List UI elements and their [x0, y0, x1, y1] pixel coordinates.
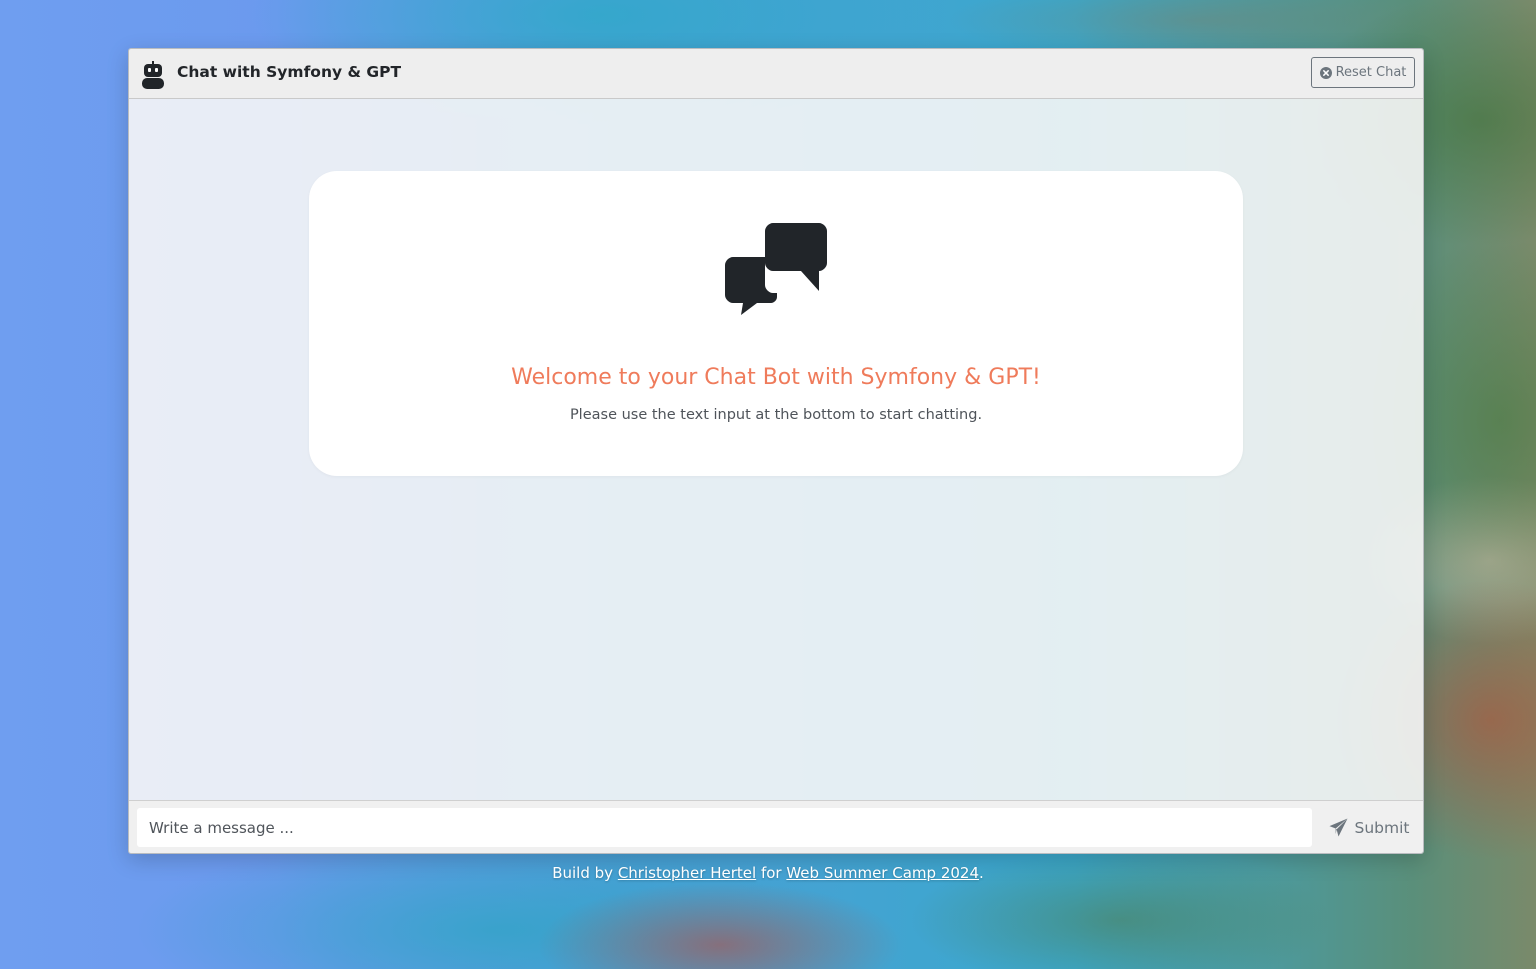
event-link[interactable]: Web Summer Camp 2024: [786, 864, 979, 882]
message-input[interactable]: [137, 808, 1312, 847]
message-composer: Submit: [129, 800, 1423, 853]
robot-icon: [142, 61, 164, 89]
reset-chat-button[interactable]: Reset Chat: [1311, 57, 1415, 88]
chat-header: Chat with Symfony & GPT Reset Chat: [129, 49, 1423, 99]
submit-button[interactable]: Submit: [1319, 808, 1419, 847]
submit-label: Submit: [1354, 818, 1410, 837]
x-circle-icon: [1319, 66, 1332, 79]
credits-footer: Build by Christopher Hertel for Web Summ…: [0, 864, 1536, 882]
reset-chat-label: Reset Chat: [1335, 65, 1407, 80]
author-link[interactable]: Christopher Hertel: [618, 864, 756, 882]
credits-prefix: Build by: [552, 864, 614, 882]
chat-title: Chat with Symfony & GPT: [177, 63, 402, 81]
paper-plane-icon: [1328, 818, 1348, 837]
chat-bubbles-icon: [725, 223, 827, 315]
welcome-subtitle: Please use the text input at the bottom …: [569, 407, 983, 423]
credits-suffix: .: [979, 864, 984, 882]
welcome-card: Welcome to your Chat Bot with Symfony & …: [309, 171, 1243, 476]
chat-messages-area: Welcome to your Chat Bot with Symfony & …: [129, 99, 1423, 800]
chat-window: Chat with Symfony & GPT Reset Chat Welco…: [128, 48, 1424, 854]
credits-middle: for: [760, 864, 782, 882]
welcome-title: Welcome to your Chat Bot with Symfony & …: [511, 365, 1041, 390]
